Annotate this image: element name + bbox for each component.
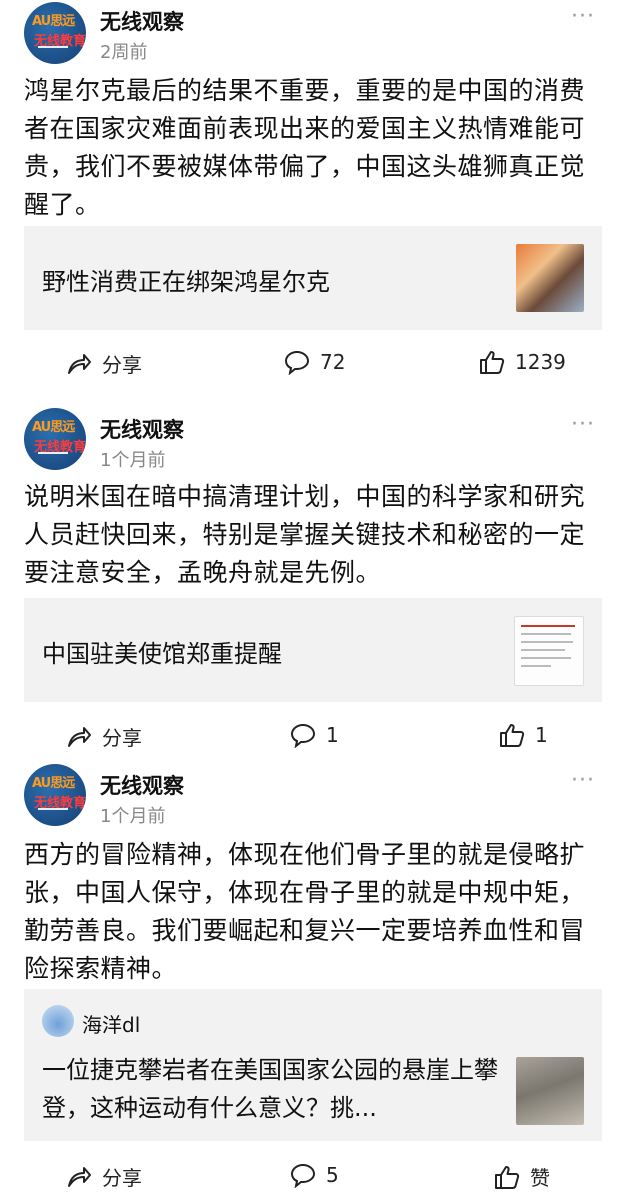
- author-name[interactable]: 无线观察: [100, 6, 184, 36]
- like-count: 1: [535, 723, 548, 747]
- author-name[interactable]: 无线观察: [100, 770, 184, 800]
- author-name[interactable]: 无线观察: [100, 414, 184, 444]
- share-label: 分享: [102, 353, 142, 377]
- quote-author-name[interactable]: 海洋dl: [82, 1009, 140, 1038]
- more-icon[interactable]: ···: [571, 4, 595, 29]
- author-avatar[interactable]: AU思远 无线教育: [24, 408, 86, 470]
- comment-icon: [284, 350, 310, 375]
- action-bar: 分享 5 赞: [0, 1158, 625, 1198]
- post-time: 1个月前: [100, 450, 166, 471]
- like-button[interactable]: 1239: [479, 349, 566, 375]
- share-icon: [68, 353, 91, 374]
- comment-icon: [290, 1163, 316, 1188]
- quote-thumbnail: [516, 1057, 584, 1125]
- card-thumbnail: [516, 244, 584, 312]
- like-icon: [495, 1165, 520, 1189]
- post-content: 说明米国在暗中搞清理计划，中国的科学家和研究人员赶快回来，特别是掌握关键技术和秘…: [24, 482, 586, 587]
- quoted-post-card[interactable]: 海洋dl 一位捷克攀岩者在美国国家公园的悬崖上攀登，这种运动有什么意义？挑...: [24, 989, 602, 1141]
- comment-count: 72: [320, 350, 346, 374]
- card-thumbnail: [514, 616, 584, 686]
- comment-count: 5: [326, 1163, 339, 1187]
- share-button[interactable]: 分享: [66, 722, 142, 751]
- share-icon: [68, 726, 91, 747]
- quote-text: 一位捷克攀岩者在美国国家公园的悬崖上攀登，这种运动有什么意义？挑...: [42, 1056, 498, 1122]
- like-button[interactable]: 赞: [494, 1162, 550, 1191]
- like-icon: [500, 724, 525, 747]
- card-title: 野性消费正在绑架鸿星尔克: [42, 268, 330, 296]
- comment-button[interactable]: 5: [290, 1162, 339, 1188]
- comment-icon: [290, 723, 316, 748]
- post-content: 鸿星尔克最后的结果不重要，重要的是中国的消费者在国家灾难面前表现出来的爱国主义热…: [24, 76, 586, 219]
- more-icon[interactable]: ···: [571, 768, 595, 793]
- action-bar: 分享 1 1: [0, 718, 625, 758]
- comment-count: 1: [326, 723, 339, 747]
- card-title: 中国驻美使馆郑重提醒: [42, 640, 282, 668]
- post-time: 2周前: [100, 42, 148, 63]
- like-count: 1239: [515, 350, 566, 374]
- post-content: 西方的冒险精神，体现在他们骨子里的就是侵略扩张，中国人保守，体现在骨子里的就是中…: [24, 840, 586, 983]
- share-label: 分享: [102, 726, 142, 750]
- like-button[interactable]: 1: [499, 722, 548, 748]
- share-button[interactable]: 分享: [66, 1162, 142, 1191]
- share-button[interactable]: 分享: [66, 349, 142, 378]
- action-bar: 分享 72 1239: [0, 345, 625, 385]
- like-icon: [480, 351, 505, 374]
- share-label: 分享: [102, 1166, 142, 1190]
- comment-button[interactable]: 72: [284, 349, 345, 375]
- comment-button[interactable]: 1: [290, 722, 339, 748]
- share-icon: [68, 1166, 91, 1187]
- quote-author-avatar[interactable]: [42, 1005, 74, 1037]
- author-avatar[interactable]: AU思远 无线教育: [24, 2, 86, 64]
- like-label: 赞: [530, 1166, 550, 1190]
- author-avatar[interactable]: AU思远 无线教育: [24, 764, 86, 826]
- linked-article-card[interactable]: 中国驻美使馆郑重提醒: [24, 598, 602, 702]
- linked-article-card[interactable]: 野性消费正在绑架鸿星尔克: [24, 226, 602, 330]
- post-time: 1个月前: [100, 806, 166, 827]
- more-icon[interactable]: ···: [571, 412, 595, 437]
